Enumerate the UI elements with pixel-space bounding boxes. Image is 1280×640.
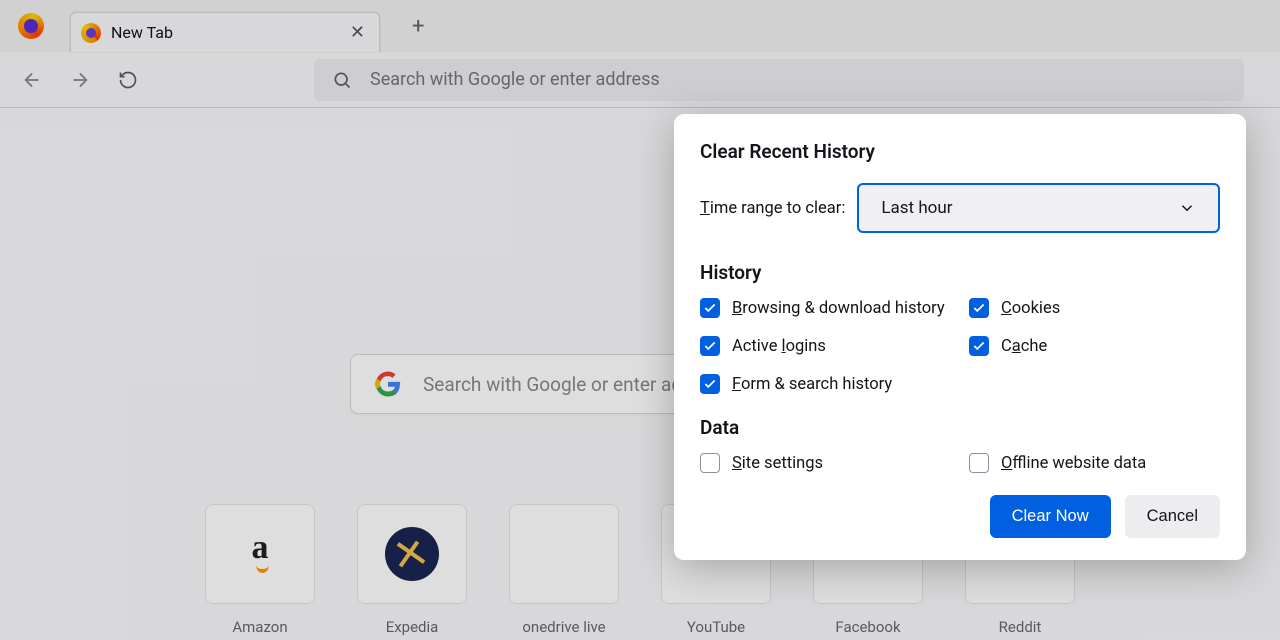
checkbox-offline-data[interactable] (969, 453, 989, 473)
google-icon (375, 371, 401, 397)
data-section-title: Data (700, 416, 1220, 439)
shortcut-onedrive[interactable]: onedrive live (499, 504, 629, 636)
search-icon (332, 70, 352, 90)
shortcut-amazon[interactable]: a Amazon (195, 504, 325, 636)
shortcut-label: Expedia (386, 618, 439, 636)
shortcut-label: onedrive live (522, 618, 605, 636)
checkbox-browsing-history[interactable] (700, 298, 720, 318)
checkbox-label: Active logins (732, 337, 826, 356)
shortcut-tile (509, 504, 619, 604)
back-button[interactable] (20, 68, 44, 92)
checkbox-label: Site settings (732, 454, 823, 473)
address-bar[interactable]: Search with Google or enter address (314, 59, 1244, 101)
checkbox-label: Offline website data (1001, 454, 1146, 473)
checkbox-cookies[interactable] (969, 298, 989, 318)
toolbar: Search with Google or enter address (0, 52, 1280, 108)
reload-icon (118, 70, 138, 90)
shortcut-label: YouTube (687, 618, 745, 636)
forward-button[interactable] (68, 68, 92, 92)
shortcut-expedia[interactable]: Expedia (347, 504, 477, 636)
checkbox-site-settings[interactable] (700, 453, 720, 473)
tab-favicon-icon (81, 23, 101, 43)
time-range-select[interactable]: Last hour (857, 183, 1220, 233)
close-tab-icon[interactable]: ✕ (346, 18, 369, 47)
shortcut-tile: a (205, 504, 315, 604)
new-tab-button[interactable]: + (412, 14, 424, 39)
tab-title: New Tab (111, 23, 346, 42)
expedia-icon (385, 527, 439, 581)
shortcut-label: Facebook (835, 618, 900, 636)
checkbox-active-logins[interactable] (700, 336, 720, 356)
amazon-icon: a (252, 529, 269, 567)
address-placeholder: Search with Google or enter address (370, 69, 660, 90)
shortcut-label: Reddit (999, 618, 1042, 636)
shortcut-tile (357, 504, 467, 604)
checkbox-label: Cache (1001, 337, 1047, 356)
tab-strip: New Tab ✕ + (0, 0, 1280, 52)
shortcut-label: Amazon (232, 618, 287, 636)
checkbox-form-history[interactable] (700, 374, 720, 394)
checkbox-label: Form & search history (732, 375, 892, 394)
history-section-title: History (700, 261, 1220, 284)
browser-tab[interactable]: New Tab ✕ (70, 12, 380, 52)
arrow-right-icon (69, 69, 91, 91)
clear-history-dialog: Clear Recent History Time range to clear… (674, 114, 1246, 560)
chevron-down-icon (1178, 199, 1196, 217)
time-range-label: Time range to clear: (700, 199, 845, 218)
checkbox-cache[interactable] (969, 336, 989, 356)
reload-button[interactable] (116, 68, 140, 92)
dialog-title: Clear Recent History (700, 140, 1220, 163)
checkbox-label: Cookies (1001, 299, 1060, 318)
arrow-left-icon (21, 69, 43, 91)
time-range-value: Last hour (881, 198, 952, 218)
firefox-logo-icon (18, 13, 44, 39)
clear-now-button[interactable]: Clear Now (990, 495, 1111, 538)
checkbox-label: Browsing & download history (732, 299, 945, 318)
cancel-button[interactable]: Cancel (1125, 495, 1220, 538)
